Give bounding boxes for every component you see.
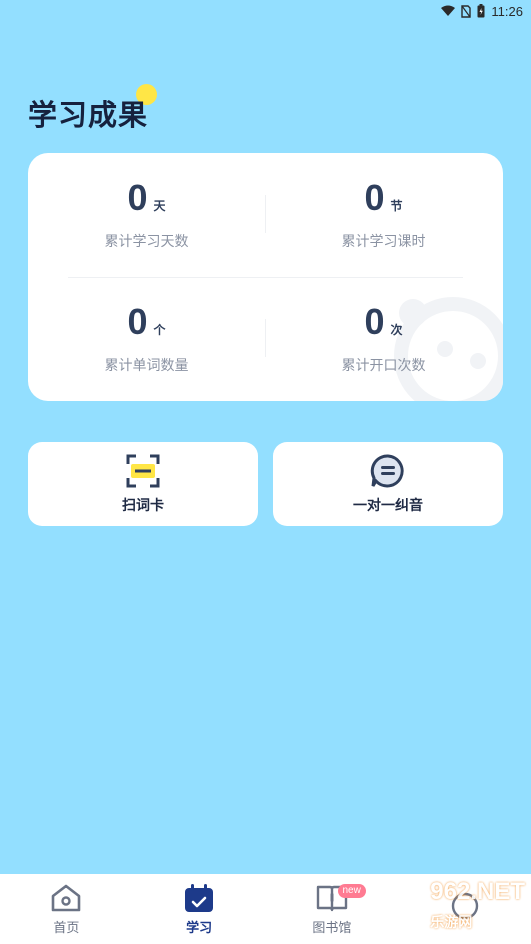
- calendar-check-icon: [185, 883, 214, 912]
- bottom-tab-bar: 首页 学习 new 图书馆 962.NET 乐游网: [0, 874, 531, 944]
- tool-label: 一对一纠音: [353, 498, 423, 514]
- stat-value: 0: [127, 301, 148, 342]
- status-time: 11:26: [491, 3, 523, 19]
- stat-label: 累计学习天数: [104, 234, 189, 250]
- watermark-logo: 962.NET 乐游网: [430, 878, 525, 934]
- wifi-icon: [441, 5, 456, 17]
- new-badge: new: [337, 884, 366, 898]
- watermark-subtext: 乐游网: [430, 914, 473, 930]
- scan-card-icon: [126, 454, 160, 488]
- tab-label: 图书馆: [312, 920, 352, 936]
- tab-library[interactable]: new 图书馆: [266, 874, 399, 944]
- pronunciation-correction-button[interactable]: 一对一纠音: [273, 442, 503, 526]
- stat-label: 累计学习课时: [341, 234, 426, 250]
- stat-unit: 次: [390, 323, 403, 337]
- battery-icon: [477, 4, 485, 18]
- stat-study-lessons: 0 节 累计学习课时: [265, 177, 502, 251]
- stat-study-days: 0 天 累计学习天数: [28, 177, 265, 251]
- stat-value: 0: [364, 301, 385, 342]
- status-bar: 11:26: [0, 0, 531, 22]
- stat-word-count: 0 个 累计单词数量: [28, 301, 265, 375]
- stat-value: 0: [364, 177, 385, 218]
- tab-home[interactable]: 首页: [0, 874, 133, 944]
- tab-study[interactable]: 学习: [133, 874, 266, 944]
- stats-card: 0 天 累计学习天数 0 节 累计学习课时 0 个 累计单词数量 0 次 累计开…: [28, 153, 503, 401]
- tool-label: 扫词卡: [122, 498, 164, 514]
- chat-bubble-icon: [370, 454, 404, 488]
- home-icon: [52, 884, 81, 911]
- stat-speaking-count: 0 次 累计开口次数: [265, 301, 502, 375]
- stat-unit: 天: [153, 199, 166, 213]
- tab-profile[interactable]: 962.NET 乐游网: [398, 874, 531, 944]
- stat-unit: 个: [153, 323, 166, 337]
- divider-horizontal: [68, 277, 463, 278]
- no-sim-icon: [461, 4, 472, 18]
- stat-label: 累计单词数量: [104, 358, 189, 374]
- tab-label: 学习: [186, 920, 213, 936]
- page-title: 学习成果: [28, 98, 149, 132]
- stat-unit: 节: [390, 199, 403, 213]
- stat-label: 累计开口次数: [341, 358, 426, 374]
- scan-word-card-button[interactable]: 扫词卡: [28, 442, 258, 526]
- tab-label: 首页: [53, 920, 80, 936]
- watermark-text: 962.NET: [430, 878, 525, 905]
- stat-value: 0: [127, 177, 148, 218]
